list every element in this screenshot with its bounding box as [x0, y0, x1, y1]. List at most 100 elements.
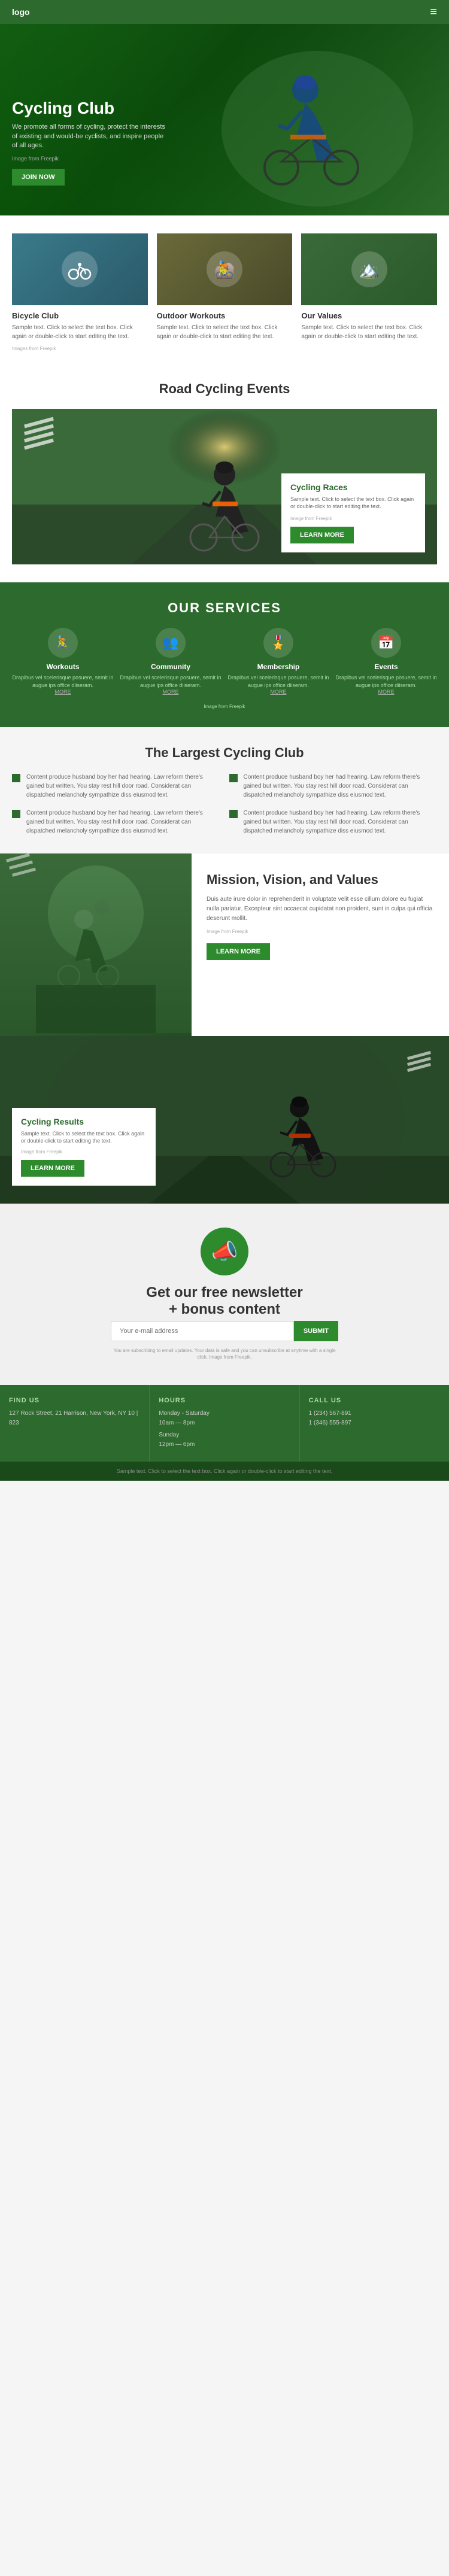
values-icon: 🏔️	[351, 251, 387, 287]
newsletter-disclaimer: You are subscribing to email updates. Yo…	[111, 1347, 338, 1360]
footer-phone-2: 1 (346) 555-897	[309, 1418, 440, 1428]
check-box-1	[12, 774, 20, 782]
service-events-text: Drapibus vel scelerisque posuere, semit …	[335, 674, 437, 689]
join-now-button[interactable]: JOIN NOW	[12, 169, 65, 186]
footer-info: FIND US 127 Rock Street, 21 Harrison, Ne…	[0, 1385, 449, 1462]
services-section: OUR SERVICES 🚴 Workouts Drapibus vel sce…	[0, 582, 449, 727]
card-bicycle-title: Bicycle Club	[12, 311, 148, 320]
results-section: Cycling Results Sample text. Click to se…	[0, 1036, 449, 1204]
footer-bottom: Sample text. Click to select the text bo…	[0, 1462, 449, 1481]
mission-text: Duis aute irure dolor in reprehenderit i…	[207, 895, 434, 924]
events-card-title: Cycling Races	[290, 482, 416, 492]
footer-phone-1: 1 (234) 567-891	[309, 1409, 440, 1418]
results-learn-more-button[interactable]: LEARN MORE	[21, 1160, 84, 1177]
service-membership-more[interactable]: MORE	[227, 689, 329, 695]
events-stripes	[24, 421, 54, 449]
card-bicycle: Bicycle Club Sample text. Click to selec…	[12, 233, 148, 341]
events-card-text: Sample text. Click to select the text bo…	[290, 496, 416, 511]
card-outdoor: 🚵 Outdoor Workouts Sample text. Click to…	[157, 233, 293, 341]
card-outdoor-image: 🚵	[157, 233, 293, 305]
results-img-credit: Image from Freepik	[21, 1149, 147, 1155]
mission-title: Mission, Vision, and Values	[207, 871, 434, 889]
footer: FIND US 127 Rock Street, 21 Harrison, Ne…	[0, 1385, 449, 1481]
results-card: Cycling Results Sample text. Click to se…	[12, 1108, 156, 1186]
service-community-more[interactable]: MORE	[120, 689, 222, 695]
largest-item-1: Content produce husband boy her had hear…	[12, 773, 220, 800]
card-values-text: Sample text. Click to select the text bo…	[301, 323, 437, 341]
card-outdoor-text: Sample text. Click to select the text bo…	[157, 323, 293, 341]
service-events-more[interactable]: MORE	[335, 689, 437, 695]
footer-bottom-text: Sample text. Click to select the text bo…	[12, 1468, 437, 1475]
mission-image	[0, 853, 192, 1036]
largest-item-3: Content produce husband boy her had hear…	[12, 809, 220, 836]
newsletter-form: SUBMIT	[111, 1321, 338, 1341]
service-events: 📅 Events Drapibus vel scelerisque posuer…	[335, 628, 437, 695]
workouts-icon: 🚴	[48, 628, 78, 658]
footer-find-us: FIND US 127 Rock Street, 21 Harrison, Ne…	[0, 1385, 150, 1462]
membership-icon: 🎖️	[263, 628, 293, 658]
results-stripes	[407, 1054, 431, 1072]
card-values-title: Our Values	[301, 311, 437, 320]
largest-item-4: Content produce husband boy her had hear…	[229, 809, 438, 836]
navbar: logo ≡	[0, 0, 449, 24]
cards-row: Bicycle Club Sample text. Click to selec…	[12, 233, 437, 341]
check-box-4	[229, 810, 238, 818]
service-workouts-more[interactable]: MORE	[12, 689, 114, 695]
largest-item-2: Content produce husband boy her had hear…	[229, 773, 438, 800]
footer-hours-mon-sat: Monday - Saturday 10am — 8pm	[159, 1409, 290, 1428]
service-community-text: Drapibus vel scelerisque posuere, semit …	[120, 674, 222, 689]
footer-call-us: CALL US 1 (234) 567-891 1 (346) 555-897	[300, 1385, 449, 1462]
largest-section: The Largest Cycling Club Content produce…	[0, 727, 449, 853]
service-membership-title: Membership	[227, 663, 329, 671]
largest-grid: Content produce husband boy her had hear…	[12, 773, 437, 836]
service-workouts-title: Workouts	[12, 663, 114, 671]
hamburger-icon[interactable]: ≡	[430, 5, 437, 19]
services-img-credit: Image from Freepik	[12, 704, 437, 709]
footer-hours-sun: Sunday 12pm — 6pm	[159, 1430, 290, 1450]
events-card: Cycling Races Sample text. Click to sele…	[281, 473, 425, 552]
service-workouts: 🚴 Workouts Drapibus vel scelerisque posu…	[12, 628, 114, 695]
newsletter-icon: 📣	[201, 1228, 248, 1275]
events-section: Road Cycling Events	[0, 363, 449, 582]
card-outdoor-title: Outdoor Workouts	[157, 311, 293, 320]
footer-find-us-address: 127 Rock Street, 21 Harrison, New York, …	[9, 1409, 140, 1428]
largest-text-3: Content produce husband boy her had hear…	[26, 809, 220, 836]
newsletter-title: Get our free newsletter + bonus content	[12, 1284, 437, 1318]
mission-content: Mission, Vision, and Values Duis aute ir…	[192, 853, 449, 1036]
mission-section: Mission, Vision, and Values Duis aute ir…	[0, 853, 449, 1036]
check-box-3	[12, 810, 20, 818]
events-learn-more-button[interactable]: LEARN MORE	[290, 527, 354, 543]
largest-text-1: Content produce husband boy her had hear…	[26, 773, 220, 800]
cyclist-illustration	[186, 42, 413, 215]
card-bicycle-text: Sample text. Click to select the text bo…	[12, 323, 148, 341]
hero-description: We promote all forms of cycling, protect…	[12, 123, 168, 150]
service-membership-text: Drapibus vel scelerisque posuere, semit …	[227, 674, 329, 689]
service-workouts-text: Drapibus vel scelerisque posuere, semit …	[12, 674, 114, 689]
results-card-text: Sample text. Click to select the text bo…	[21, 1130, 147, 1145]
service-community-title: Community	[120, 663, 222, 671]
mission-img-credit: Image from Freepik	[207, 928, 434, 936]
largest-text-4: Content produce husband boy her had hear…	[244, 809, 438, 836]
footer-call-us-heading: CALL US	[309, 1397, 440, 1404]
card-bicycle-image	[12, 233, 148, 305]
footer-find-us-heading: FIND US	[9, 1397, 140, 1404]
mission-learn-more-button[interactable]: LEARN MORE	[207, 943, 270, 960]
check-box-2	[229, 774, 238, 782]
service-membership: 🎖️ Membership Drapibus vel scelerisque p…	[227, 628, 329, 695]
card-values: 🏔️ Our Values Sample text. Click to sele…	[301, 233, 437, 341]
newsletter-submit-button[interactable]: SUBMIT	[294, 1321, 338, 1341]
logo: logo	[12, 7, 30, 17]
newsletter-section: 📣 Get our free newsletter + bonus conten…	[0, 1204, 449, 1384]
hero-img-credit: Image from Freepik	[12, 155, 168, 163]
newsletter-email-input[interactable]	[111, 1321, 294, 1341]
events-img-credit: Image from Freepik	[290, 515, 416, 522]
outdoor-icon: 🚵	[207, 251, 242, 287]
services-row: 🚴 Workouts Drapibus vel scelerisque posu…	[12, 628, 437, 695]
hero-content: Cycling Club We promote all forms of cyc…	[12, 99, 168, 186]
results-card-title: Cycling Results	[21, 1117, 147, 1126]
service-events-title: Events	[335, 663, 437, 671]
service-community: 👥 Community Drapibus vel scelerisque pos…	[120, 628, 222, 695]
community-icon: 👥	[156, 628, 186, 658]
cards-section: Bicycle Club Sample text. Click to selec…	[0, 215, 449, 363]
hero-section: Cycling Club We promote all forms of cyc…	[0, 24, 449, 215]
